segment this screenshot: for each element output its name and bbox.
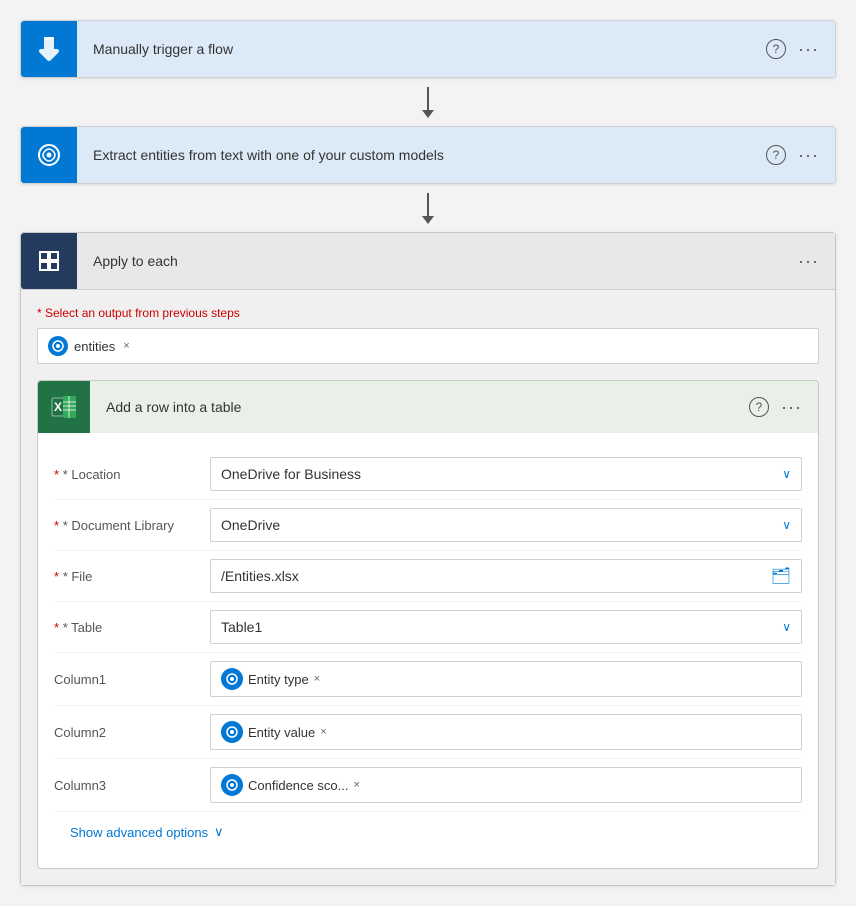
trigger-header: Manually trigger a flow ? ··· (21, 21, 835, 77)
output-tag-icon (48, 336, 68, 356)
add-row-actions: ? ··· (749, 397, 818, 418)
doc-library-control[interactable]: OneDrive ∨ (210, 508, 802, 542)
column1-tag-close[interactable]: × (314, 673, 320, 685)
doc-library-label: * * Document Library (54, 518, 194, 533)
apply-title: Apply to each (77, 253, 798, 269)
advanced-options-arrow: ∨ (214, 824, 224, 840)
output-field: entities × (37, 328, 819, 364)
apply-icon (21, 233, 77, 289)
column1-label: Column1 (54, 672, 194, 687)
advanced-options-text: Show advanced options (70, 825, 208, 840)
flow-canvas: Manually trigger a flow ? ··· Extract en… (20, 20, 836, 886)
output-tag-text: entities (74, 339, 115, 354)
column3-row: Column3 Confidence sco... (54, 759, 802, 812)
table-value: Table1 (221, 619, 262, 635)
add-row-card: X Add a row into a table ? ··· (37, 380, 819, 869)
column3-label: Column3 (54, 778, 194, 793)
column1-tag: Entity type × (221, 668, 320, 690)
table-dropdown-arrow[interactable]: ∨ (782, 620, 791, 634)
output-tag: entities × (48, 336, 130, 356)
column2-label: Column2 (54, 725, 194, 740)
svg-text:X: X (54, 400, 62, 414)
location-control[interactable]: OneDrive for Business ∨ (210, 457, 802, 491)
column3-tag-text: Confidence sco... (248, 778, 348, 793)
column2-tag-close[interactable]: × (320, 726, 326, 738)
apply-header: Apply to each ··· (21, 233, 835, 289)
column1-row: Column1 Entity type × (54, 653, 802, 706)
column1-tag-icon (221, 668, 243, 690)
column2-tag-icon (221, 721, 243, 743)
location-value: OneDrive for Business (221, 466, 361, 482)
doc-library-row: * * Document Library OneDrive ∨ (54, 500, 802, 551)
apply-more-button[interactable]: ··· (798, 251, 819, 272)
column2-row: Column2 Entity value × (54, 706, 802, 759)
column3-control[interactable]: Confidence sco... × (210, 767, 802, 803)
add-row-title: Add a row into a table (90, 399, 749, 415)
trigger-title: Manually trigger a flow (77, 41, 766, 57)
trigger-more-button[interactable]: ··· (798, 39, 819, 60)
arrow-down-2 (427, 193, 429, 223)
column1-control[interactable]: Entity type × (210, 661, 802, 697)
add-row-body: * * Location OneDrive for Business ∨ * *… (38, 433, 818, 868)
file-control[interactable]: /Entities.xlsx 🗂 (210, 559, 802, 593)
extract-icon (21, 127, 77, 183)
add-row-more-button[interactable]: ··· (781, 397, 802, 418)
location-label: * * Location (54, 467, 194, 482)
extract-card: Extract entities from text with one of y… (20, 126, 836, 184)
column3-tag: Confidence sco... × (221, 774, 360, 796)
extract-title: Extract entities from text with one of y… (77, 147, 766, 163)
add-row-header: X Add a row into a table ? ··· (38, 381, 818, 433)
arrow-2 (427, 184, 429, 232)
arrow-1 (427, 78, 429, 126)
apply-card: Apply to each ··· * Select an output fro… (20, 232, 836, 886)
excel-icon: X (38, 381, 90, 433)
column3-tag-close[interactable]: × (353, 779, 359, 791)
trigger-card: Manually trigger a flow ? ··· (20, 20, 836, 78)
trigger-icon (21, 21, 77, 77)
column1-tag-text: Entity type (248, 672, 309, 687)
doc-library-dropdown-arrow[interactable]: ∨ (782, 518, 791, 532)
trigger-actions: ? ··· (766, 39, 835, 60)
apply-actions: ··· (798, 251, 835, 272)
arrow-down-1 (427, 87, 429, 117)
extract-header: Extract entities from text with one of y… (21, 127, 835, 183)
location-dropdown-arrow[interactable]: ∨ (782, 467, 791, 481)
column2-tag-text: Entity value (248, 725, 315, 740)
apply-body: * Select an output from previous steps e… (21, 289, 835, 885)
column2-control[interactable]: Entity value × (210, 714, 802, 750)
file-row: * * File /Entities.xlsx 🗂 (54, 551, 802, 602)
add-row-help-icon[interactable]: ? (749, 397, 769, 417)
advanced-options-link[interactable]: Show advanced options ∨ (70, 824, 786, 840)
output-tag-close[interactable]: × (123, 340, 129, 352)
extract-actions: ? ··· (766, 145, 835, 166)
column2-tag: Entity value × (221, 721, 327, 743)
file-label: * * File (54, 569, 194, 584)
output-label: * Select an output from previous steps (37, 306, 819, 320)
trigger-help-icon[interactable]: ? (766, 39, 786, 59)
column3-tag-icon (221, 774, 243, 796)
extract-more-button[interactable]: ··· (798, 145, 819, 166)
extract-help-icon[interactable]: ? (766, 145, 786, 165)
advanced-options-row: Show advanced options ∨ (54, 812, 802, 852)
table-row: * * Table Table1 ∨ (54, 602, 802, 653)
table-control[interactable]: Table1 ∨ (210, 610, 802, 644)
doc-library-value: OneDrive (221, 517, 280, 533)
file-value: /Entities.xlsx (221, 568, 299, 584)
table-label: * * Table (54, 620, 194, 635)
file-folder-icon[interactable]: 🗂 (771, 566, 791, 586)
location-row: * * Location OneDrive for Business ∨ (54, 449, 802, 500)
